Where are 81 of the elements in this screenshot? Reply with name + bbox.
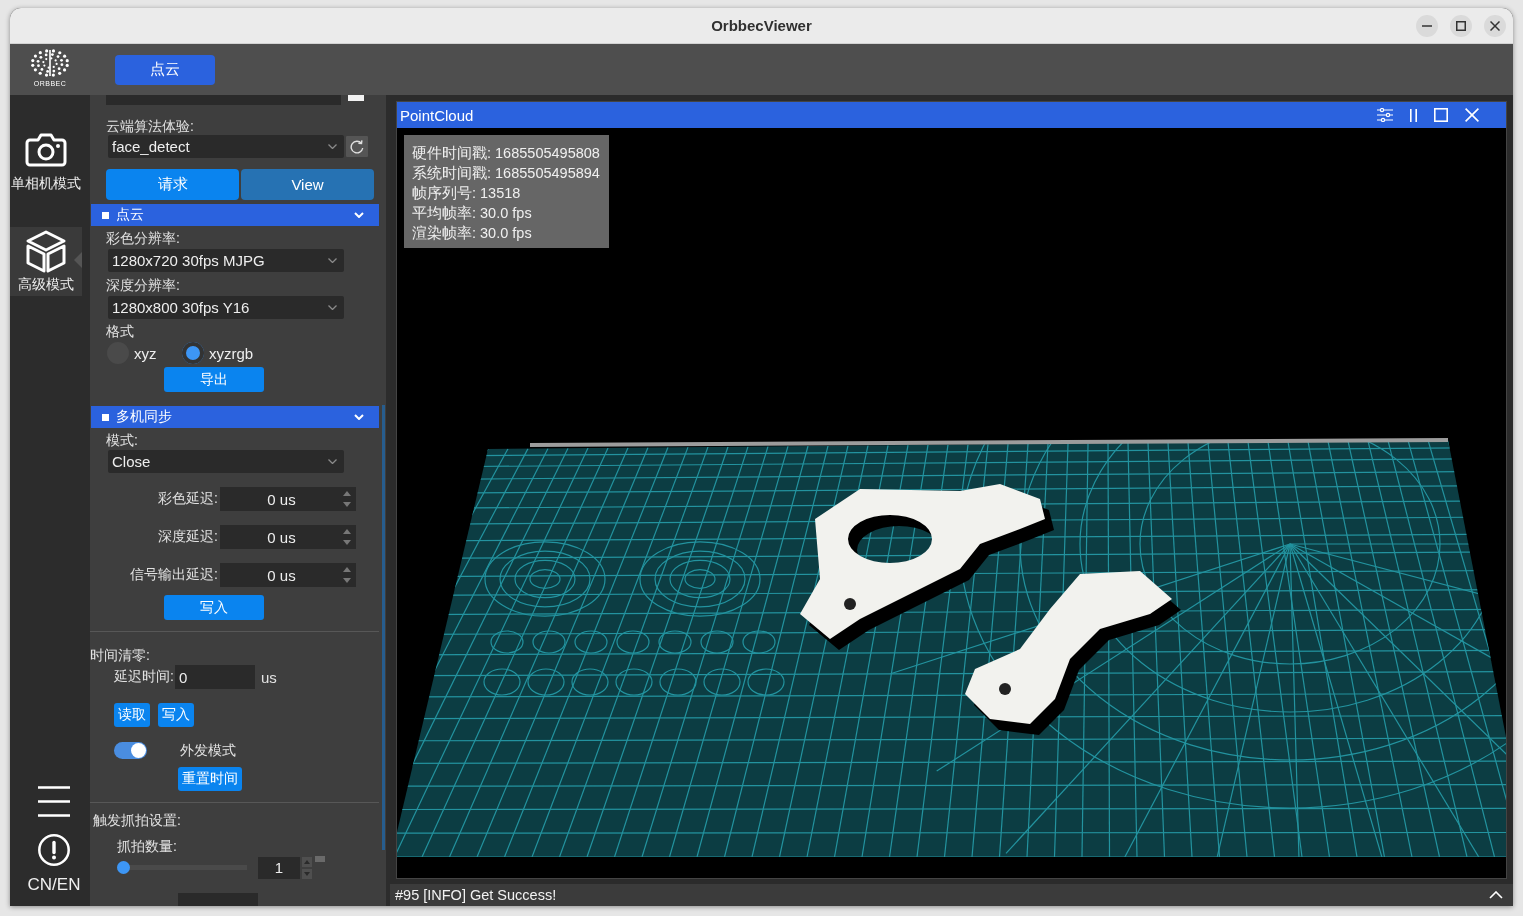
- export-button[interactable]: 导出: [164, 367, 264, 392]
- cube-icon: [24, 230, 68, 273]
- write-button[interactable]: 写入: [164, 595, 264, 620]
- field-label: 信号输出延迟:: [130, 566, 218, 584]
- field-label: 抓拍数量:: [117, 837, 177, 855]
- resolution-select[interactable]: 1280x800 30fps Y16: [108, 296, 344, 319]
- scrollbar[interactable]: [382, 405, 385, 850]
- refresh-button[interactable]: [346, 136, 368, 157]
- spin-arrows-icon[interactable]: [343, 566, 351, 584]
- square-icon: [315, 856, 325, 862]
- chevron-down-icon: [328, 459, 337, 464]
- input-field[interactable]: 0: [175, 665, 255, 689]
- close-icon: [1490, 20, 1500, 31]
- algorithm-select[interactable]: face_detect: [108, 135, 344, 158]
- sidebar-item[interactable]: 高级模式: [10, 227, 82, 296]
- stats-text: 硬件时间戳: 1685505495808: [412, 144, 600, 163]
- window-title: OrbbecViewer: [711, 17, 812, 34]
- view-button[interactable]: View: [241, 169, 374, 200]
- radio-label[interactable]: xyz: [134, 344, 157, 362]
- field-label: 延迟时间:: [114, 668, 175, 686]
- refresh-icon: [350, 139, 364, 154]
- chevron-down-icon: [328, 258, 337, 263]
- field-label: 云端算法体验:: [106, 117, 194, 135]
- language-button[interactable]: CN/EN: [27, 875, 81, 895]
- section-header[interactable]: 点云: [91, 204, 379, 226]
- viewer-title: PointCloud: [400, 106, 474, 124]
- field-label: 格式: [106, 322, 134, 340]
- menu-icon[interactable]: [38, 786, 70, 817]
- maximize-button[interactable]: [1450, 14, 1472, 37]
- count-field[interactable]: 1: [258, 856, 300, 879]
- spin-arrows-icon[interactable]: [343, 490, 351, 508]
- field-label: 彩色延迟:: [158, 490, 218, 508]
- field-label: 模式:: [106, 431, 138, 449]
- field-label: 深度分辨率:: [106, 276, 180, 294]
- minimize-icon: [1422, 24, 1432, 27]
- pause-icon[interactable]: [1410, 108, 1417, 122]
- spin-arrows-icon[interactable]: [343, 528, 351, 546]
- chevron-up-icon[interactable]: [1489, 891, 1503, 899]
- request-button[interactable]: 请求: [106, 169, 239, 200]
- tab[interactable]: 点云: [115, 54, 215, 85]
- stats-text: 系统时间戳: 1685505495894: [412, 164, 600, 183]
- input-field[interactable]: [106, 95, 341, 105]
- field-label: 彩色分辨率:: [106, 229, 180, 247]
- info-icon[interactable]: [38, 834, 70, 866]
- status-message: #95 [INFO] Get Success!: [395, 887, 557, 903]
- section-header[interactable]: 多机同步: [91, 406, 379, 428]
- sliders-icon[interactable]: [1377, 108, 1393, 122]
- close-icon[interactable]: [1465, 108, 1479, 122]
- spin-box[interactable]: 0 us: [220, 563, 356, 587]
- field-label: 时间清零:: [90, 646, 150, 664]
- spin-box[interactable]: 0 us: [220, 487, 356, 511]
- read-button[interactable]: 读取: [114, 703, 150, 727]
- field-label: 触发抓拍设置:: [93, 811, 181, 829]
- resolution-select[interactable]: 1280x720 30fps MJPG: [108, 249, 344, 272]
- input-field[interactable]: [178, 893, 258, 906]
- selection-arrow-icon: [74, 252, 82, 268]
- write-button[interactable]: 写入: [158, 703, 194, 727]
- toggle-switch[interactable]: [114, 742, 147, 759]
- slider-thumb[interactable]: [117, 861, 130, 874]
- radio-button[interactable]: [182, 342, 204, 364]
- bullet-icon: [102, 211, 109, 219]
- chevron-down-icon: [328, 144, 337, 149]
- reset-time-button[interactable]: 重置时间: [178, 767, 242, 791]
- unit-label: us: [261, 668, 277, 686]
- close-button[interactable]: [1484, 14, 1506, 37]
- sidebar-item[interactable]: 单相机模式: [10, 127, 82, 196]
- camera-icon: [24, 133, 68, 167]
- stats-text: 渲染帧率: 30.0 fps: [412, 224, 533, 243]
- field-label: 深度延迟:: [158, 528, 218, 546]
- mode-select[interactable]: Close: [108, 450, 344, 473]
- minimize-button[interactable]: [1416, 14, 1438, 37]
- stats-text: 帧序列号: 13518: [412, 184, 522, 203]
- chevron-down-icon: [328, 305, 337, 310]
- toggle-label: 外发模式: [180, 741, 236, 760]
- maximize-icon[interactable]: [1434, 108, 1448, 122]
- radio-label[interactable]: xyzrgb: [209, 344, 254, 362]
- maximize-icon: [1456, 20, 1466, 31]
- stats-text: 平均帧率: 30.0 fps: [412, 204, 533, 223]
- logo-icon: [30, 47, 70, 78]
- bullet-icon: [102, 413, 109, 421]
- spin-box[interactable]: 0 us: [220, 525, 356, 549]
